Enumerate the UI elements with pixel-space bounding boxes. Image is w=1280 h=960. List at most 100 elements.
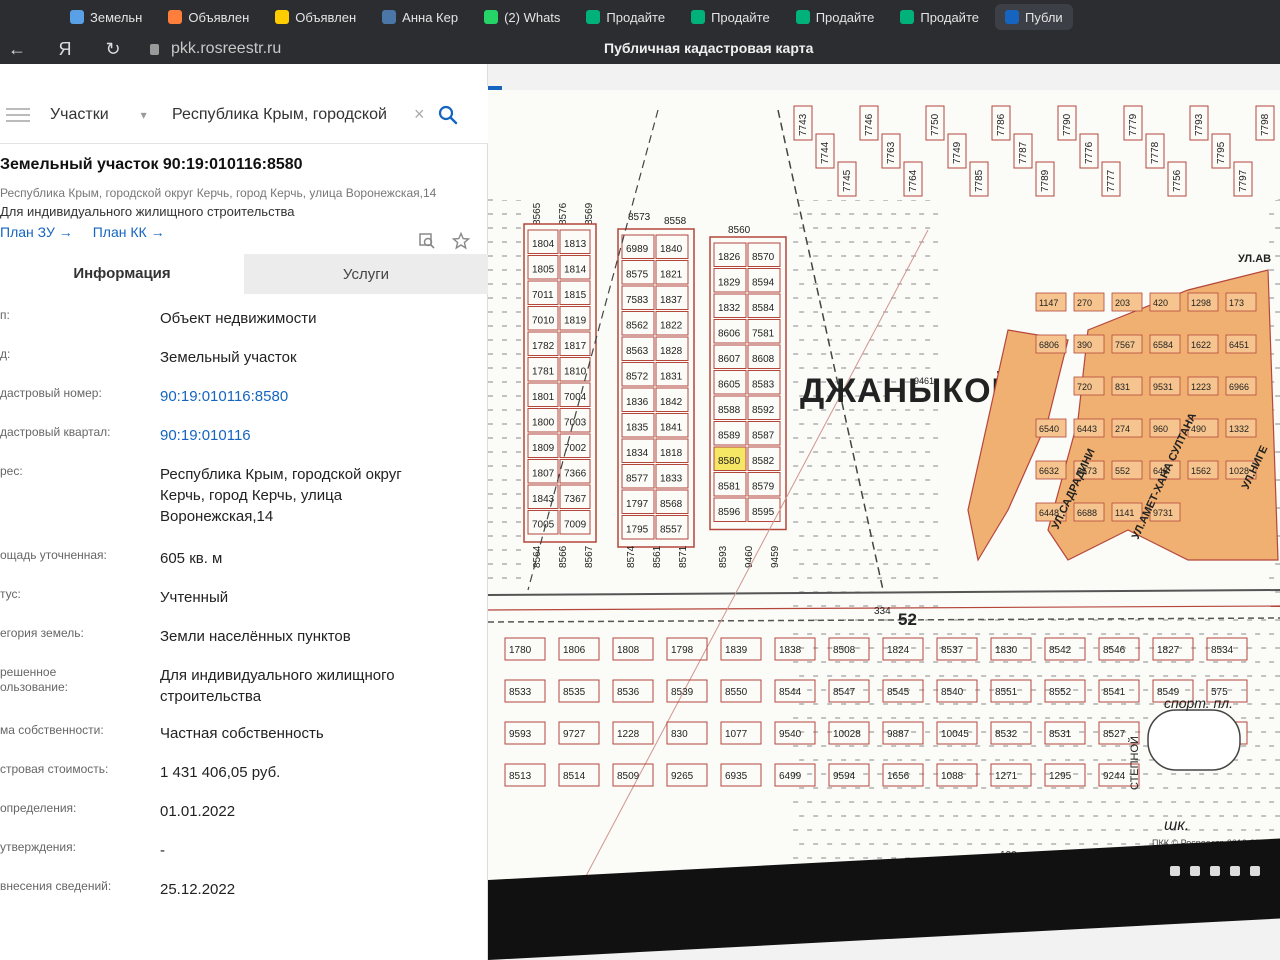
parcel-number: 274 — [1115, 424, 1130, 434]
parcel-number: 1817 — [564, 341, 587, 352]
parcel-number: 9540 — [779, 729, 802, 740]
parcel-number: 8545 — [887, 687, 910, 698]
parcel-number: 1223 — [1191, 382, 1211, 392]
map-canvas[interactable]: 8565 8576 8569 1804 1813 1805 1814 7011 1815 7010… — [488, 90, 1280, 910]
attribute-value: 605 кв. м — [160, 550, 223, 567]
clear-icon[interactable]: × — [414, 104, 425, 125]
attribute-value[interactable]: 90:19:010116:8580 — [150, 386, 450, 407]
attribute-label: решенное ользование: — [0, 665, 68, 694]
chevron-down-icon: ▾ — [140, 107, 147, 122]
parcel-number: 8541 — [1103, 687, 1126, 698]
parcel-number: 1797 — [626, 499, 649, 510]
parcel-number: 1819 — [564, 315, 587, 326]
menu-icon[interactable] — [6, 107, 30, 122]
parcel-number: 8563 — [626, 346, 649, 357]
parcel-number: 8587 — [752, 430, 775, 441]
attribute-value[interactable]: 90:19:010116 — [150, 425, 450, 446]
parcel-number: 8574 — [626, 545, 637, 568]
browser-tab[interactable]: Анна Кер — [372, 4, 468, 30]
panel-tabs: Информация Услуги — [0, 254, 488, 294]
yandex-icon[interactable]: Я — [48, 34, 82, 64]
back-icon[interactable]: ← — [0, 34, 34, 64]
parcel-number: 9594 — [833, 771, 856, 782]
parcel-number: 1810 — [564, 366, 587, 377]
parcel-number: 8540 — [941, 687, 964, 698]
browser-tab-label: Продайте — [815, 9, 875, 25]
search-input[interactable] — [172, 105, 410, 124]
attribute-label: егория земель: — [0, 626, 84, 640]
parcel-number: 1818 — [660, 448, 683, 459]
parcel-number: 8535 — [563, 687, 586, 698]
road-label: 334 — [874, 606, 891, 617]
parcel-number: 7583 — [626, 295, 649, 306]
parcel-number: 1622 — [1191, 340, 1211, 350]
attribute-label: тус: — [0, 587, 21, 601]
zoom-to-object-icon[interactable] — [418, 232, 436, 250]
plan-zu-link[interactable]: План ЗУ → — [0, 224, 73, 240]
parcel-number: 1795 — [626, 524, 649, 535]
browser-tab[interactable]: Публи — [994, 4, 1073, 30]
star-icon[interactable] — [452, 232, 470, 250]
parcel-number: 7779 — [1128, 113, 1139, 136]
parcel-number: 8579 — [752, 481, 775, 492]
parcel-number: 1833 — [660, 473, 683, 484]
parcel-number: 1806 — [563, 645, 586, 656]
parcel-number: 830 — [671, 729, 688, 740]
parcel-number: 1841 — [660, 422, 683, 433]
parcel-number: 7746 — [864, 113, 875, 136]
browser-tab[interactable]: Продайте — [681, 4, 780, 30]
parcel-number: 7777 — [1106, 169, 1117, 192]
parcel-number: 7797 — [1238, 169, 1249, 192]
reload-icon[interactable]: ↻ — [96, 34, 130, 64]
parcel-number: 7786 — [996, 113, 1007, 136]
attribute-row: дастровый номер: 90:19:010116:8580 — [0, 378, 488, 417]
plan-kk-link[interactable]: План КК → — [93, 224, 165, 240]
browser-tab[interactable]: (2) Whats — [474, 4, 570, 30]
parcel-number: 7367 — [564, 494, 587, 505]
attribute-label: дастровый квартал: — [0, 425, 111, 439]
attribute-value: 01.01.2022 — [160, 803, 236, 820]
tab-favicon-icon — [586, 10, 601, 24]
parcel-number: 7745 — [842, 169, 853, 192]
search-button[interactable] — [433, 100, 463, 130]
parcel-number: 8558 — [664, 216, 687, 227]
parcel-number: 173 — [1229, 298, 1244, 308]
url-field[interactable]: pkk.rosreestr.ru — [150, 40, 281, 58]
parcel-number: 1147 — [1039, 298, 1058, 308]
lock-icon — [150, 43, 159, 55]
browser-tab[interactable]: Объявлен — [158, 4, 259, 30]
parcel-number: 1801 — [532, 392, 555, 403]
parcel-number: 8588 — [718, 405, 741, 416]
parcel-number: 1088 — [941, 771, 964, 782]
cadastral-map[interactable]: 8565 8576 8569 1804 1813 1805 1814 7011 1815 7010… — [488, 90, 1280, 910]
browser-tab[interactable]: Продайте — [576, 4, 675, 30]
screen: Земельн Объявлен Объявлен Анна Кер (2) Whats… — [0, 0, 1280, 960]
attribute-label: ощадь уточненная: — [0, 548, 107, 562]
browser-tab[interactable]: Земельн — [60, 4, 152, 30]
parcel-number: 6935 — [725, 771, 748, 782]
layer-select[interactable]: Участки ▾ — [50, 106, 170, 124]
parcel-number: 8551 — [995, 687, 1018, 698]
tab-services[interactable]: Услуги — [244, 254, 488, 294]
parcel-number: 9731 — [1153, 508, 1173, 518]
object-purpose: Для индивидуального жилищного строительс… — [0, 204, 295, 219]
parcel-number: 7795 — [1216, 141, 1227, 164]
browser-tab[interactable]: Объявлен — [265, 4, 366, 30]
attribute-value: Земли населённых пунктов — [160, 628, 351, 645]
parcel-number: 8536 — [617, 687, 640, 698]
parcel-number: 1656 — [887, 771, 910, 782]
tab-information[interactable]: Информация — [0, 254, 244, 294]
parcel-number: 720 — [1077, 382, 1092, 392]
browser-tab[interactable]: Продайте — [786, 4, 885, 30]
parcel-number: 6632 — [1039, 466, 1059, 476]
attribute-row: стровая стоимость: 1 431 406,05 руб. — [0, 754, 488, 793]
attribute-row: внесения сведений: 25.12.2022 — [0, 871, 488, 910]
parcel-number: 7567 — [1115, 340, 1135, 350]
parcel-number: 8570 — [752, 252, 775, 263]
browser-tab-label: Публи — [1024, 9, 1063, 25]
parcel-number: 7581 — [752, 328, 775, 339]
parcel-number: 8552 — [1049, 687, 1072, 698]
sport-label: спорт. пл. — [1164, 695, 1233, 711]
attribute-row: утверждения: - — [0, 832, 488, 871]
browser-tab[interactable]: Продайте — [890, 4, 989, 30]
